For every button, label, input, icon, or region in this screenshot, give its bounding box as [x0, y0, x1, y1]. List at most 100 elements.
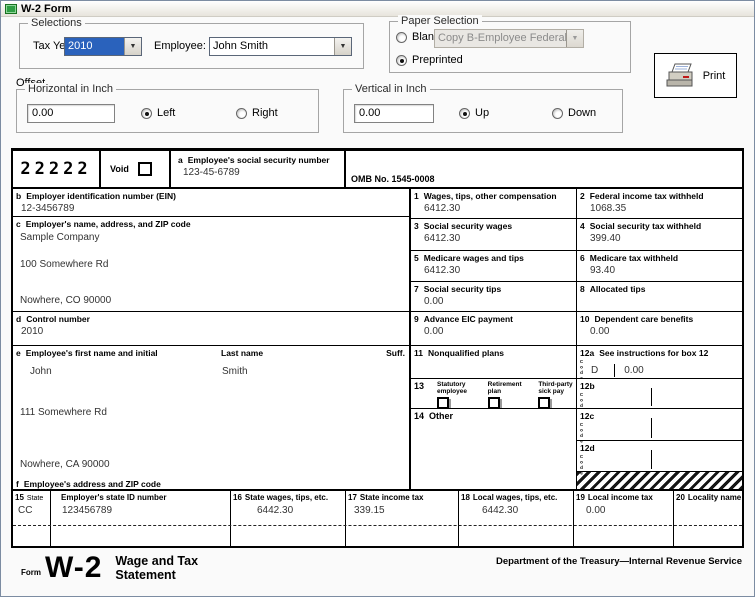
box-number: 12b [580, 381, 595, 391]
box-value: 93.40 [577, 263, 742, 276]
box-value: 399.40 [577, 231, 742, 244]
box-label: See instructions for box 12 [599, 348, 708, 358]
selections-group: Selections Tax Year 2010 ▼ Employee: Joh… [19, 23, 364, 69]
box-a-letter: a [178, 155, 183, 165]
box-5: 5Medicare wages and tips 6412.30 [411, 251, 577, 281]
box-value: 0.00 [574, 502, 673, 516]
paper-selection-group-label: Paper Selection [398, 15, 482, 27]
box-12cd-stack: 12c Code 12d Code [577, 409, 742, 489]
employee-city: Nowhere, CA 90000 [20, 459, 110, 470]
box-number: 17 [348, 493, 357, 502]
form-footer: Form W-2 Wage and Tax Statement Departme… [11, 552, 744, 584]
vertical-offset-group-label: Vertical in Inch [352, 83, 430, 95]
omb-box: OMB No. 1545-0008 [346, 151, 742, 187]
form-row-9-10: 9Advance EIC payment 0.00 10Dependent ca… [411, 312, 742, 346]
third-party-sick-pay-label: Third-party sick pay [538, 381, 576, 395]
radio-circle-icon [552, 108, 563, 119]
left-radio-label: Left [157, 107, 175, 119]
divider [651, 418, 652, 438]
employer-city: Nowhere, CO 90000 [20, 295, 111, 306]
left-radio[interactable]: Left [141, 107, 175, 119]
form-title: Wage and Tax Statement [115, 554, 198, 582]
box-value: 6442.30 [459, 502, 573, 516]
box-c-label: Employer's name, address, and ZIP code [26, 219, 191, 229]
box-number: 5 [414, 253, 419, 263]
box-value [674, 502, 742, 505]
paper-selection-group: Paper Selection Blank Copy B-Employee Fe… [389, 21, 631, 73]
box-16: 16State wages, tips, etc. 6442.30 [231, 491, 346, 546]
box-18: 18Local wages, tips, etc. 6442.30 [459, 491, 574, 546]
control-number-value: 2010 [13, 324, 409, 337]
box-b-letter: b [16, 191, 21, 201]
box-label: Other [429, 411, 453, 421]
box-value [577, 294, 742, 296]
box-d-label: Control number [26, 314, 90, 324]
box-12b: 12b Code [577, 379, 742, 408]
chevron-down-icon[interactable]: ▼ [124, 38, 141, 55]
box-11: 11Nonqualified plans [411, 346, 577, 378]
title-bar[interactable]: W-2 Form [1, 1, 754, 17]
box-number: 12c [580, 411, 594, 421]
box-12a-amount: 0.00 [624, 365, 643, 376]
box-value: 1068.35 [577, 201, 742, 214]
box-number: 16 [233, 493, 242, 502]
box-6: 6Medicare tax withheld 93.40 [577, 251, 742, 281]
box-3: 3Social security wages 6412.30 [411, 219, 577, 250]
box-number: 19 [576, 493, 585, 502]
w2-form-preview: 22222 Void aEmployee's social security n… [11, 148, 744, 548]
last-name-label: Last name [218, 346, 263, 358]
box-d-control: dControl number 2010 [13, 312, 409, 346]
window-title: W-2 Form [21, 3, 72, 15]
state-value: CC [13, 502, 50, 516]
void-box: Void [101, 151, 171, 187]
radio-circle-icon [459, 108, 470, 119]
up-radio-label: Up [475, 107, 489, 119]
vertical-offset-input[interactable]: 0.00 [354, 104, 434, 123]
box-9: 9Advance EIC payment 0.00 [411, 312, 577, 345]
box-label: Wages, tips, other compensation [424, 191, 557, 201]
box-number: 12a [580, 348, 594, 358]
right-radio[interactable]: Right [236, 107, 278, 119]
chevron-down-icon[interactable]: ▼ [334, 38, 351, 55]
copy-type-value: Copy B-Employee Federal [435, 30, 566, 47]
ein-value: 12-3456789 [13, 201, 409, 214]
form-number: W-2 [45, 552, 102, 584]
box-value: 6412.30 [411, 231, 576, 244]
box-number: 3 [414, 221, 419, 231]
down-radio[interactable]: Down [552, 107, 596, 119]
preprinted-radio[interactable]: Preprinted [396, 54, 463, 66]
third-party-sick-pay-checkbox [538, 397, 550, 408]
box-value: 6412.30 [411, 201, 576, 214]
tax-year-select[interactable]: 2010 ▼ [64, 37, 142, 56]
w2-form-window: W-2 Form Selections Tax Year 2010 ▼ Empl… [0, 0, 755, 597]
box-label: State [27, 495, 43, 502]
employer-street: 100 Somewhere Rd [20, 259, 108, 270]
employee-select[interactable]: John Smith ▼ [209, 37, 352, 56]
control-code-box: 22222 [13, 151, 101, 187]
box-label: Social security tips [424, 284, 501, 294]
box-label: State income tax [360, 493, 424, 502]
box-label: Social security tax withheld [590, 221, 701, 231]
box-13: 13 Statutory employee Retirement plan Th… [411, 379, 577, 408]
box-label: Medicare tax withheld [590, 253, 678, 263]
employee-value: John Smith [210, 38, 334, 55]
radio-circle-icon [396, 55, 407, 66]
horizontal-offset-input[interactable]: 0.00 [27, 104, 115, 123]
blank-radio[interactable]: Blank [396, 31, 440, 43]
chevron-down-icon: ▼ [566, 30, 583, 47]
box-number: 18 [461, 493, 470, 502]
box-number: 15 [15, 493, 24, 502]
vertical-offset-group: Vertical in Inch 0.00 Up Down [343, 89, 623, 133]
code-vertical-label: Code [579, 454, 584, 476]
box-17: 17State income tax 339.15 [346, 491, 459, 546]
treasury-department-text: Department of the Treasury—Internal Reve… [496, 556, 744, 567]
box-label: Medicare wages and tips [424, 253, 524, 263]
print-button[interactable]: Print [654, 53, 737, 98]
box-label: Locality name [688, 493, 741, 502]
up-radio[interactable]: Up [459, 107, 489, 119]
employee-street: 111 Somewhere Rd [20, 407, 107, 418]
box-19: 19Local income tax 0.00 [574, 491, 674, 546]
omb-number: OMB No. 1545-0008 [351, 174, 435, 184]
form-row-3-4: 3Social security wages 6412.30 4Social s… [411, 219, 742, 251]
box-number: 11 [414, 348, 423, 358]
